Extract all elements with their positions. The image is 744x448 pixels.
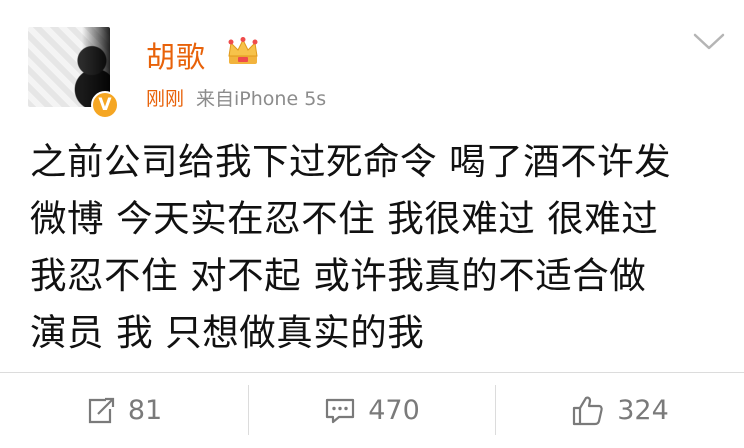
username[interactable]: 胡歌	[146, 34, 206, 76]
verified-badge: V	[91, 91, 119, 119]
like-button[interactable]: 324	[496, 373, 744, 448]
post-content: 之前公司给我下过死命令 喝了酒不许发 微博 今天实在忍不住 我很难过 很难过 我…	[30, 133, 720, 361]
post-source: 来自iPhone 5s	[196, 88, 327, 110]
like-count: 324	[617, 395, 669, 426]
post-line: 之前公司给我下过死命令 喝了酒不许发	[30, 140, 672, 183]
like-icon	[573, 396, 603, 425]
chevron-down-icon[interactable]	[693, 33, 725, 51]
comment-count: 470	[368, 395, 420, 426]
post-line: 微博 今天实在忍不住 我很难过 很难过	[30, 197, 659, 240]
repost-count: 81	[127, 395, 163, 426]
post-meta: 刚刚 来自iPhone 5s	[146, 84, 326, 111]
comment-icon	[326, 398, 355, 423]
post-line: 演员 我 只想做真实的我	[30, 311, 425, 354]
post-line: 我忍不住 对不起 或许我真的不适合做	[30, 254, 647, 297]
post-time: 刚刚	[146, 88, 185, 110]
comment-button[interactable]: 470	[249, 373, 495, 448]
repost-button[interactable]: 81	[0, 373, 248, 448]
repost-icon	[88, 397, 114, 423]
crown-icon[interactable]	[226, 36, 260, 66]
